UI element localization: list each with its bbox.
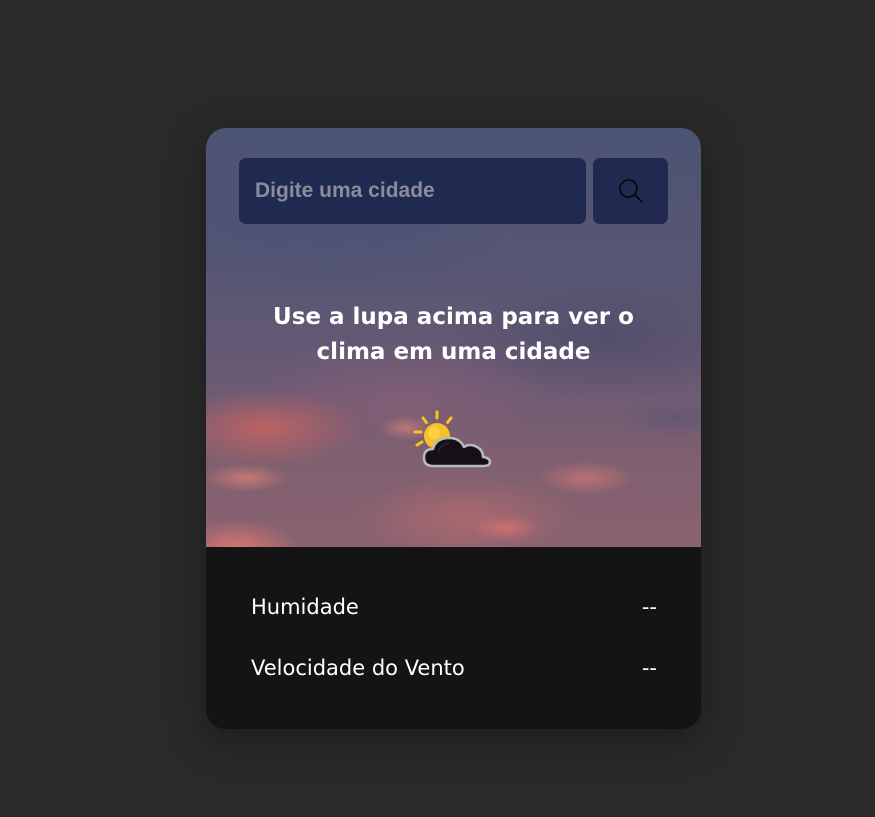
- city-search-input[interactable]: [239, 158, 586, 224]
- wind-speed-row: Velocidade do Vento --: [251, 653, 657, 683]
- wind-speed-value: --: [641, 656, 657, 680]
- weather-card: Use a lupa acima para ver o clima em uma…: [206, 128, 701, 729]
- search-icon: [618, 179, 643, 203]
- search-button[interactable]: [593, 158, 668, 224]
- sun-behind-cloud-icon: [413, 410, 492, 468]
- wind-speed-label: Velocidade do Vento: [251, 656, 465, 680]
- humidity-label: Humidade: [251, 595, 359, 619]
- instruction-text: Use a lupa acima para ver o clima em uma…: [273, 304, 634, 365]
- sky-background-image: Use a lupa acima para ver o clima em uma…: [206, 128, 701, 547]
- humidity-value: --: [641, 595, 657, 619]
- weather-stats-panel: Humidade -- Velocidade do Vento --: [206, 547, 701, 729]
- humidity-row: Humidade --: [251, 592, 657, 622]
- search-bar: [239, 158, 668, 224]
